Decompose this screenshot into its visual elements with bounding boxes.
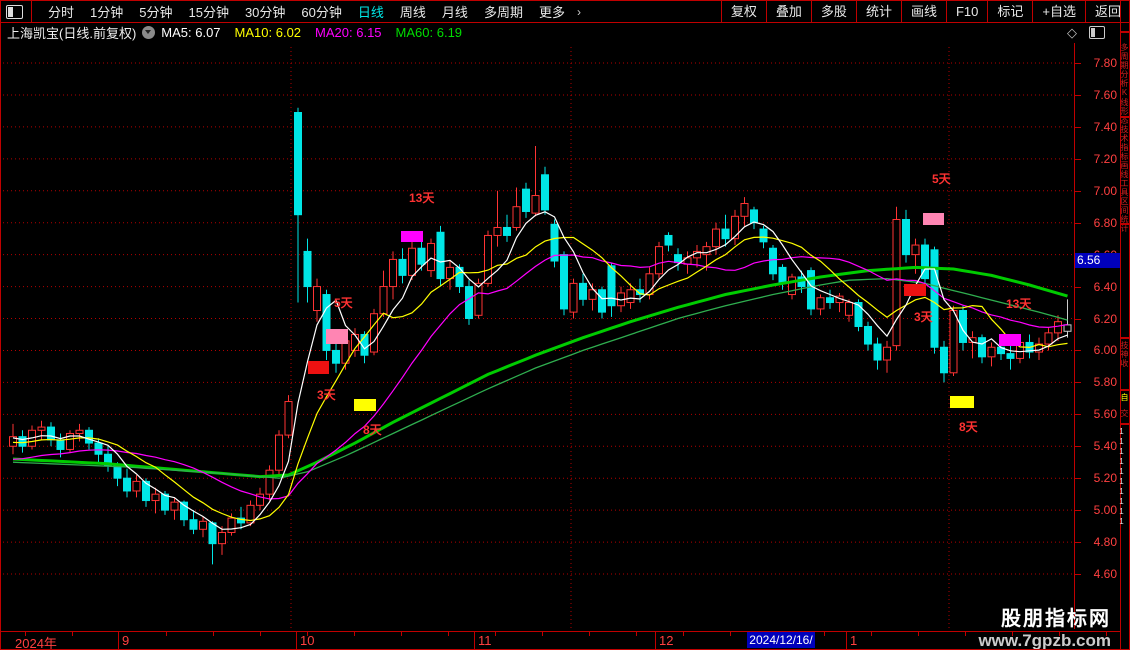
price-tick-mark	[1075, 414, 1081, 416]
week-tick	[1012, 632, 1013, 636]
signal-marker-box	[401, 231, 423, 242]
price-tick-label: 5.80	[1093, 375, 1117, 390]
signal-marker-label: 5天	[334, 296, 353, 310]
week-tick	[401, 632, 402, 636]
signal-marker-box	[923, 213, 944, 225]
price-tick-mark	[1075, 158, 1081, 160]
price-tick-label: 6.00	[1093, 343, 1117, 358]
week-tick	[730, 632, 731, 636]
week-tick	[260, 632, 261, 636]
strip-divider	[1121, 116, 1129, 118]
price-tick-label: 7.20	[1093, 151, 1117, 166]
signal-marker-box	[999, 334, 1021, 346]
week-tick	[1106, 632, 1107, 636]
week-tick	[1059, 632, 1060, 636]
strip-divider	[1121, 337, 1129, 339]
price-tick-mark	[1075, 190, 1081, 192]
time-axis-label: 1	[850, 633, 858, 648]
vertical-toolbar-text[interactable]: 技神收	[1120, 341, 1129, 368]
strip-divider	[1121, 31, 1129, 33]
week-tick	[965, 632, 966, 636]
price-tick-mark	[1075, 350, 1081, 352]
signal-marker-label: 13天	[1006, 297, 1032, 311]
time-axis-label: 11	[478, 633, 492, 648]
price-tick-label: 4.80	[1093, 535, 1117, 550]
week-tick	[166, 632, 167, 636]
week-tick	[542, 632, 543, 636]
signal-marker-label: 3天	[317, 388, 336, 402]
vertical-toolbar-text[interactable]: 多周期分析K线形态技术指标画线工具区间统计	[1120, 43, 1129, 233]
week-tick	[871, 632, 872, 636]
time-axis-label: 9	[122, 633, 130, 648]
price-tick-mark	[1075, 446, 1081, 448]
price-tick-label: 7.00	[1093, 183, 1117, 198]
signal-marker-box	[308, 361, 329, 374]
price-tick-mark	[1075, 478, 1081, 480]
price-tick-label: 7.40	[1093, 119, 1117, 134]
price-tick-label: 6.80	[1093, 215, 1117, 230]
week-tick	[824, 632, 825, 636]
price-tick-label: 6.20	[1093, 311, 1117, 326]
month-separator	[655, 632, 656, 649]
signal-marker-box	[904, 284, 926, 296]
month-separator	[118, 632, 119, 649]
price-tick-label: 7.80	[1093, 56, 1117, 70]
price-tick-mark	[1075, 382, 1081, 384]
time-axis-label: 10	[300, 633, 315, 648]
price-tick-mark	[1075, 126, 1081, 128]
stock-chart-window: 分时 1分钟 5分钟 15分钟 30分钟 60分钟 日线 周线 月线 多周期 更多 › 复权 叠加 多股…	[0, 0, 1130, 650]
price-tick-mark	[1075, 318, 1081, 320]
price-tick-mark	[1075, 222, 1081, 224]
signal-marker-label: 5天	[932, 172, 951, 186]
price-tick-label: 6.40	[1093, 279, 1117, 294]
price-tick-label: 5.60	[1093, 407, 1117, 422]
price-tick-mark	[1075, 574, 1081, 575]
signal-marker-label: 8天	[959, 420, 978, 434]
month-separator	[846, 632, 847, 649]
week-tick	[448, 632, 449, 636]
signal-marker-label: 8天	[363, 423, 382, 437]
signal-marker-box	[326, 329, 348, 344]
month-separator	[474, 632, 475, 649]
price-tick-mark	[1075, 510, 1081, 512]
time-axis-label: 2024年	[15, 636, 57, 650]
week-tick	[636, 632, 637, 636]
candlestick-chart[interactable]	[1, 1, 1130, 650]
price-tick-mark	[1075, 63, 1081, 64]
price-axis: 7.807.607.407.207.006.806.606.406.206.00…	[1074, 43, 1120, 629]
strip-divider	[1121, 423, 1129, 425]
price-tick-label: 4.60	[1093, 567, 1117, 581]
vertical-toolbar-digits[interactable]: 1111111111	[1117, 427, 1129, 527]
week-tick	[72, 632, 73, 636]
price-tick-label: 7.60	[1093, 87, 1117, 102]
price-tick-mark	[1075, 94, 1081, 96]
week-tick	[495, 632, 496, 636]
price-tick-mark	[1075, 286, 1081, 288]
crosshair-date-readout: 2024/12/16/—	[747, 632, 815, 648]
signal-marker-label: 3天	[914, 310, 933, 324]
price-tick-mark	[1075, 542, 1081, 544]
strip-divider	[1121, 223, 1129, 225]
signal-marker-label: 13天	[409, 191, 435, 205]
time-axis: 2024年 9 10 11 12 1 2024/12/16/—	[1, 631, 1120, 650]
week-tick	[354, 632, 355, 636]
month-separator	[296, 632, 297, 649]
week-tick	[589, 632, 590, 636]
signal-marker-box	[950, 396, 974, 408]
time-axis-label: 12	[659, 633, 674, 648]
vertical-toolbar-text[interactable]: 交	[1120, 409, 1129, 418]
week-tick	[918, 632, 919, 636]
right-vertical-toolbar[interactable]: 多周期分析K线形态技术指标画线工具区间统计技神收自交 1111111111	[1117, 1, 1129, 649]
crosshair-price-readout: 6.56	[1075, 253, 1121, 268]
week-tick	[213, 632, 214, 636]
week-tick	[683, 632, 684, 636]
signal-marker-box	[354, 399, 376, 411]
strip-divider	[1121, 389, 1129, 391]
vertical-toolbar-text[interactable]: 自	[1120, 393, 1129, 402]
